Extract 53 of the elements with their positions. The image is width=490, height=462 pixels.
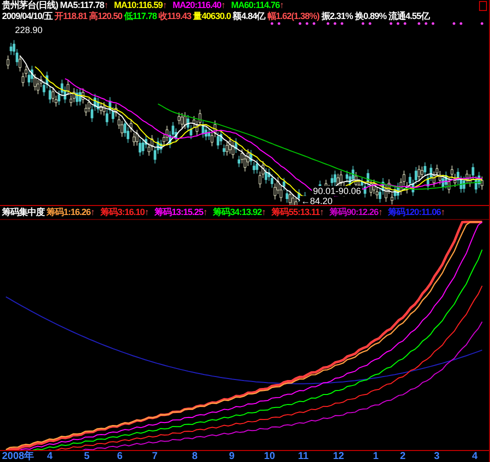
up-arrow-mark: ↑ bbox=[90, 206, 95, 218]
indicator-value: 筹码13:15.25 bbox=[154, 206, 204, 218]
quote-value: 开118.81 bbox=[54, 11, 88, 22]
time-axis-label: 10 bbox=[264, 451, 276, 462]
quote-value: 量40630.0 bbox=[193, 11, 231, 22]
time-axis-label: 9 bbox=[229, 451, 235, 462]
indicator-value: 筹码90:12.26 bbox=[330, 206, 378, 218]
panel-toggle-icon[interactable] bbox=[479, 1, 487, 11]
quote-value: 收119.43 bbox=[158, 11, 192, 22]
quote-value: 2009/04/10/五 bbox=[2, 11, 53, 22]
indicator-value: 筹码55:13.11 bbox=[272, 206, 320, 218]
time-axis-label: 2008年 bbox=[2, 451, 34, 462]
high-price-label: 228.90 bbox=[14, 25, 44, 35]
time-axis-label: 7 bbox=[152, 451, 158, 462]
time-axis-label: 12 bbox=[333, 451, 344, 462]
quote-value: 振2.31% bbox=[321, 11, 353, 22]
up-arrow-mark: ↑ bbox=[203, 206, 208, 218]
indicator-value: 筹码3:16.10 bbox=[100, 206, 145, 218]
up-arrow-mark: ↑ bbox=[104, 0, 108, 11]
up-arrow-mark: ↑ bbox=[162, 0, 167, 11]
low-price-label: 90.01-90.06 bbox=[312, 186, 362, 196]
indicator-value: 筹码1:16.26 bbox=[46, 206, 91, 218]
time-axis-label: 4 bbox=[47, 451, 53, 462]
up-arrow-mark: ↑ bbox=[144, 206, 149, 218]
quote-value: 高120.50 bbox=[89, 11, 122, 22]
quote-value: 换0.89% bbox=[354, 11, 386, 22]
quote-value: 低117.78 bbox=[124, 11, 157, 22]
moving-average-value: MA10:116.59 bbox=[114, 0, 163, 11]
quote-value: 额4.84亿 bbox=[232, 11, 266, 22]
low-price-label: ←84.20 bbox=[300, 196, 334, 205]
moving-average-value: MA20:116.40 bbox=[172, 0, 222, 11]
stock-title: 贵州茅台(日线) bbox=[2, 0, 58, 11]
time-axis-label: 2 bbox=[400, 451, 406, 462]
up-arrow-mark: ↑ bbox=[280, 0, 284, 11]
indicator-title: 筹码集中度 bbox=[2, 206, 44, 218]
time-axis-label: 11 bbox=[298, 451, 309, 462]
time-axis-label: 6 bbox=[117, 451, 123, 462]
indicator-value: 筹码34:13.92 bbox=[213, 206, 262, 218]
time-axis-label: 3 bbox=[434, 451, 440, 462]
up-arrow-mark: ↑ bbox=[440, 206, 445, 218]
time-axis-label: 4 bbox=[472, 451, 478, 462]
moving-average-value: MA5:117.78 bbox=[60, 0, 104, 11]
quote-value: 幅1.62(1.38%) bbox=[267, 11, 320, 22]
time-axis-label: 5 bbox=[84, 451, 90, 462]
up-arrow-mark: ↑ bbox=[378, 206, 382, 218]
indicator-value: 筹码120:11.06 bbox=[388, 206, 441, 218]
time-axis-label: 8 bbox=[192, 451, 198, 462]
up-arrow-mark: ↑ bbox=[262, 206, 266, 218]
up-arrow-mark: ↑ bbox=[320, 206, 324, 218]
quote-value: 流通4.55亿 bbox=[388, 11, 430, 22]
time-axis-label: 1 bbox=[373, 451, 379, 462]
moving-average-value: MA60:114.76 bbox=[231, 0, 280, 11]
up-arrow-mark: ↑ bbox=[221, 0, 226, 11]
